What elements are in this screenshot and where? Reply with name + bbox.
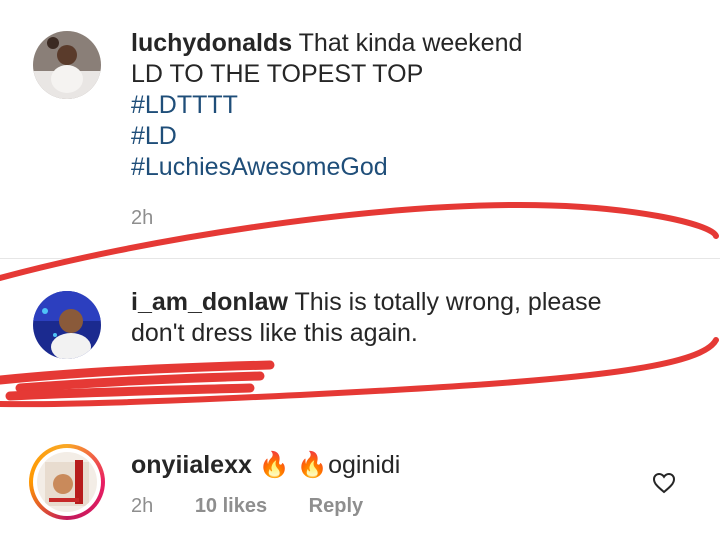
comment: onyiialexx 🔥 🔥oginidi 2h 10 likes Reply xyxy=(0,430,720,550)
hashtag-link[interactable]: #LD xyxy=(131,121,522,152)
comment-line: don't dress like this again. xyxy=(131,319,418,347)
avatar-luchydonalds[interactable] xyxy=(33,31,101,99)
username[interactable]: i_am_donlaw xyxy=(131,288,288,316)
caption-line: LD TO THE TOPEST TOP xyxy=(131,60,424,88)
avatar-i-am-donlaw[interactable] xyxy=(33,291,101,359)
comment-text: onyiialexx 🔥 🔥oginidi xyxy=(131,450,400,481)
hashtag-link[interactable]: #LuchiesAwesomeGod xyxy=(131,152,522,183)
comment-meta: 2h xyxy=(131,207,189,230)
comment-line: This is totally wrong, please xyxy=(294,288,602,316)
comment-text: i_am_donlaw This is totally wrong, pleas… xyxy=(131,287,602,349)
fire-emoji: 🔥 🔥 xyxy=(258,451,329,479)
comment-meta: 2h 10 likes Reply xyxy=(131,495,399,518)
caption-line: That kinda weekend xyxy=(298,29,523,57)
username[interactable]: luchydonalds xyxy=(131,29,292,57)
likes-count[interactable]: 10 likes xyxy=(195,495,267,517)
heart-outline-icon[interactable] xyxy=(652,472,676,499)
caption-text: luchydonalds That kinda weekend LD TO TH… xyxy=(131,28,522,183)
timestamp: 2h xyxy=(131,495,154,517)
comment-line: oginidi xyxy=(328,451,401,479)
reply-button[interactable]: Reply xyxy=(309,495,363,517)
avatar-onyiialexx[interactable] xyxy=(37,452,97,512)
comment-caption: luchydonalds That kinda weekend LD TO TH… xyxy=(0,0,720,258)
timestamp: 2h xyxy=(131,207,154,229)
comment: i_am_donlaw This is totally wrong, pleas… xyxy=(0,259,720,419)
hashtag-link[interactable]: #LDTTTT xyxy=(131,90,522,121)
username[interactable]: onyiialexx xyxy=(131,451,252,479)
